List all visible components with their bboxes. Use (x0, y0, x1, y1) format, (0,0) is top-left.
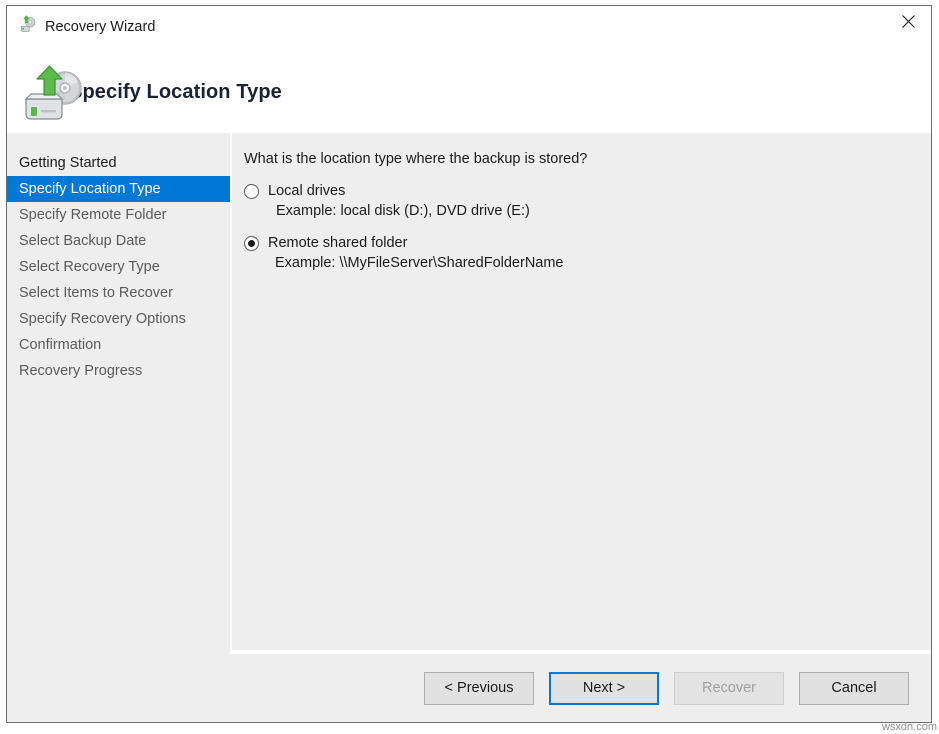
title-bar-left: Recovery Wizard (7, 6, 155, 38)
radio-remote-shared-folder-indicator[interactable] (244, 236, 259, 251)
content-wrapper: What is the location type where the back… (232, 133, 931, 654)
close-button[interactable] (885, 6, 931, 37)
sidebar-item-label: Specify Location Type (19, 181, 161, 197)
local-drives-example: Example: local disk (D:), DVD drive (E:) (276, 203, 931, 219)
sidebar-item-label: Specify Remote Folder (19, 207, 166, 223)
sidebar-item-label: Confirmation (19, 337, 101, 353)
location-type-question: What is the location type where the back… (244, 151, 931, 167)
wizard-body: Getting Started Specify Location Type Sp… (7, 133, 931, 654)
sidebar-item-recovery-progress[interactable]: Recovery Progress (7, 358, 230, 384)
window-title: Recovery Wizard (45, 18, 155, 36)
next-button[interactable]: Next > (549, 672, 659, 705)
sidebar-item-label: Select Items to Recover (19, 285, 173, 301)
sidebar-item-label: Recovery Progress (19, 363, 142, 379)
watermark: wsxdn.com (882, 721, 937, 733)
sidebar-item-select-recovery-type[interactable]: Select Recovery Type (7, 254, 230, 280)
radio-option-local-drives[interactable]: Local drives (244, 183, 931, 199)
radio-remote-shared-folder-label: Remote shared folder (268, 235, 407, 251)
radio-local-drives-label: Local drives (268, 183, 345, 199)
radio-option-remote-shared-folder[interactable]: Remote shared folder (244, 235, 931, 251)
close-icon (902, 15, 915, 28)
recovery-wizard-window: Recovery Wizard (6, 5, 932, 723)
sidebar-item-specify-location-type[interactable]: Specify Location Type (7, 176, 230, 202)
wizard-button-bar: < Previous Next > Recover Cancel (7, 654, 931, 722)
sidebar-item-label: Getting Started (19, 155, 117, 171)
sidebar-item-specify-remote-folder[interactable]: Specify Remote Folder (7, 202, 230, 228)
recovery-disk-icon (21, 63, 87, 130)
radio-local-drives-indicator[interactable] (244, 184, 259, 199)
sidebar-item-label: Specify Recovery Options (19, 311, 186, 327)
page-title: Specify Location Type (69, 81, 282, 104)
recover-button: Recover (674, 672, 784, 705)
sidebar-item-label: Select Backup Date (19, 233, 146, 249)
sidebar-item-confirmation[interactable]: Confirmation (7, 332, 230, 358)
cancel-button[interactable]: Cancel (799, 672, 909, 705)
sidebar-item-select-items-to-recover[interactable]: Select Items to Recover (7, 280, 230, 306)
remote-shared-folder-example: Example: \\MyFileServer\SharedFolderName (275, 255, 931, 271)
content-panel: What is the location type where the back… (232, 133, 931, 650)
sidebar-item-label: Select Recovery Type (19, 259, 160, 275)
sidebar-item-select-backup-date[interactable]: Select Backup Date (7, 228, 230, 254)
title-bar: Recovery Wizard (7, 6, 931, 51)
wizard-step-sidebar: Getting Started Specify Location Type Sp… (7, 133, 232, 654)
sidebar-item-getting-started[interactable]: Getting Started (7, 150, 230, 176)
recovery-disk-icon (19, 15, 37, 38)
sidebar-item-specify-recovery-options[interactable]: Specify Recovery Options (7, 306, 230, 332)
previous-button[interactable]: < Previous (424, 672, 534, 705)
wizard-banner: Specify Location Type (7, 51, 931, 133)
